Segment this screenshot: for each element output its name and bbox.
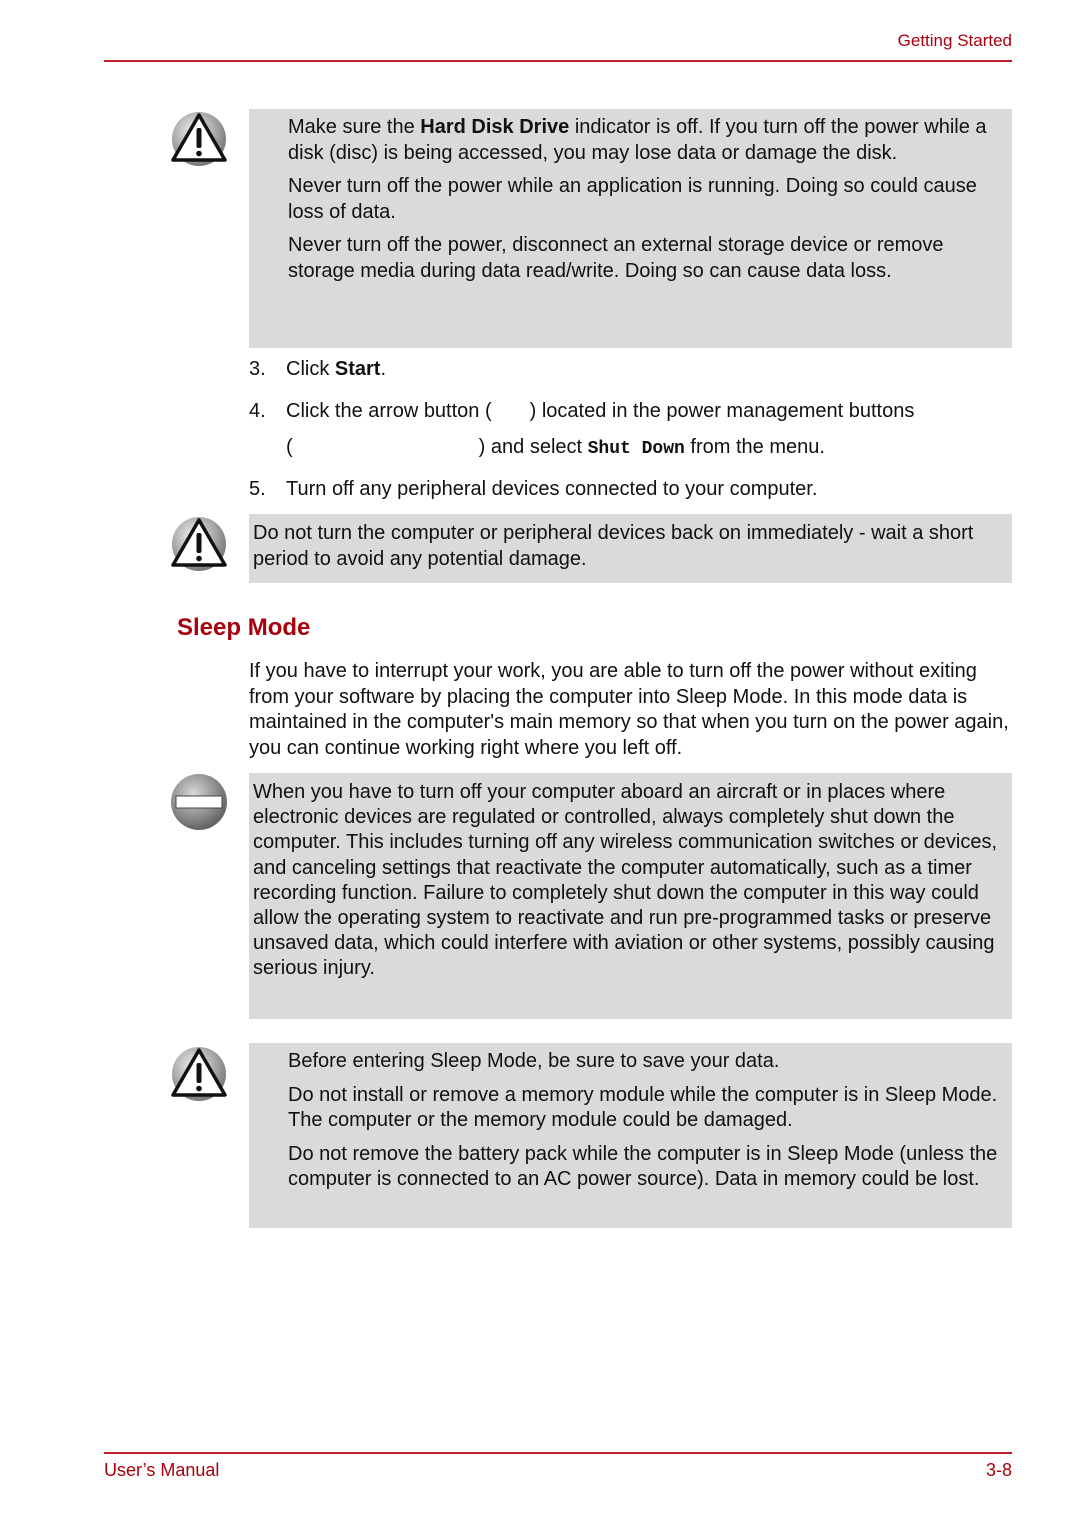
caution-icon — [171, 517, 227, 571]
caution-box-wait: Do not turn the computer or peripheral d… — [249, 514, 1012, 583]
hdd-label: Hard Disk Drive — [420, 116, 570, 138]
step-5: 5. Turn off any peripheral devices connec… — [249, 478, 818, 500]
caution-paragraph: Never turn off the power while an applic… — [288, 175, 977, 223]
running-header: Getting Started — [897, 31, 1012, 50]
section-intro: If you have to interrupt your work, you … — [249, 660, 1009, 759]
footer-rule — [104, 1452, 1012, 1454]
step-4: 4. Click the arrow button () located in t… — [249, 400, 915, 422]
prohibited-box-aircraft: When you have to turn off your computer … — [249, 773, 1012, 1019]
footer-title: User’s Manual — [104, 1460, 220, 1480]
step-3: 3. Click Start. — [249, 358, 387, 380]
caution-box-hdd: Make sure the Hard Disk Drive indicator … — [249, 109, 1012, 348]
shut-down-command: Shut Down — [587, 439, 685, 459]
step-4-continued: () and select Shut Down from the menu. — [286, 436, 825, 459]
caution-paragraph: Do not install or remove a memory module… — [288, 1083, 998, 1132]
caution-icon — [171, 112, 227, 166]
page-number: 3-8 — [985, 1460, 1012, 1480]
prohibited-paragraph: When you have to turn off your computer … — [253, 781, 998, 980]
start-label: Start — [334, 358, 381, 380]
section-heading: Sleep Mode — [177, 614, 311, 641]
caution-paragraph: Make sure the Hard Disk Drive indicator … — [288, 116, 987, 164]
caution-icon — [171, 1047, 227, 1101]
header-rule — [104, 60, 1012, 62]
caution-paragraph: Do not turn the computer or peripheral d… — [253, 522, 974, 570]
caution-paragraph: Never turn off the power, disconnect an … — [288, 234, 944, 282]
caution-box-sleep: Before entering Sleep Mode, be sure to s… — [249, 1043, 1012, 1228]
caution-paragraph: Do not remove the battery pack while the… — [288, 1142, 998, 1191]
caution-paragraph: Before entering Sleep Mode, be sure to s… — [288, 1050, 780, 1072]
prohibited-icon — [171, 774, 227, 830]
